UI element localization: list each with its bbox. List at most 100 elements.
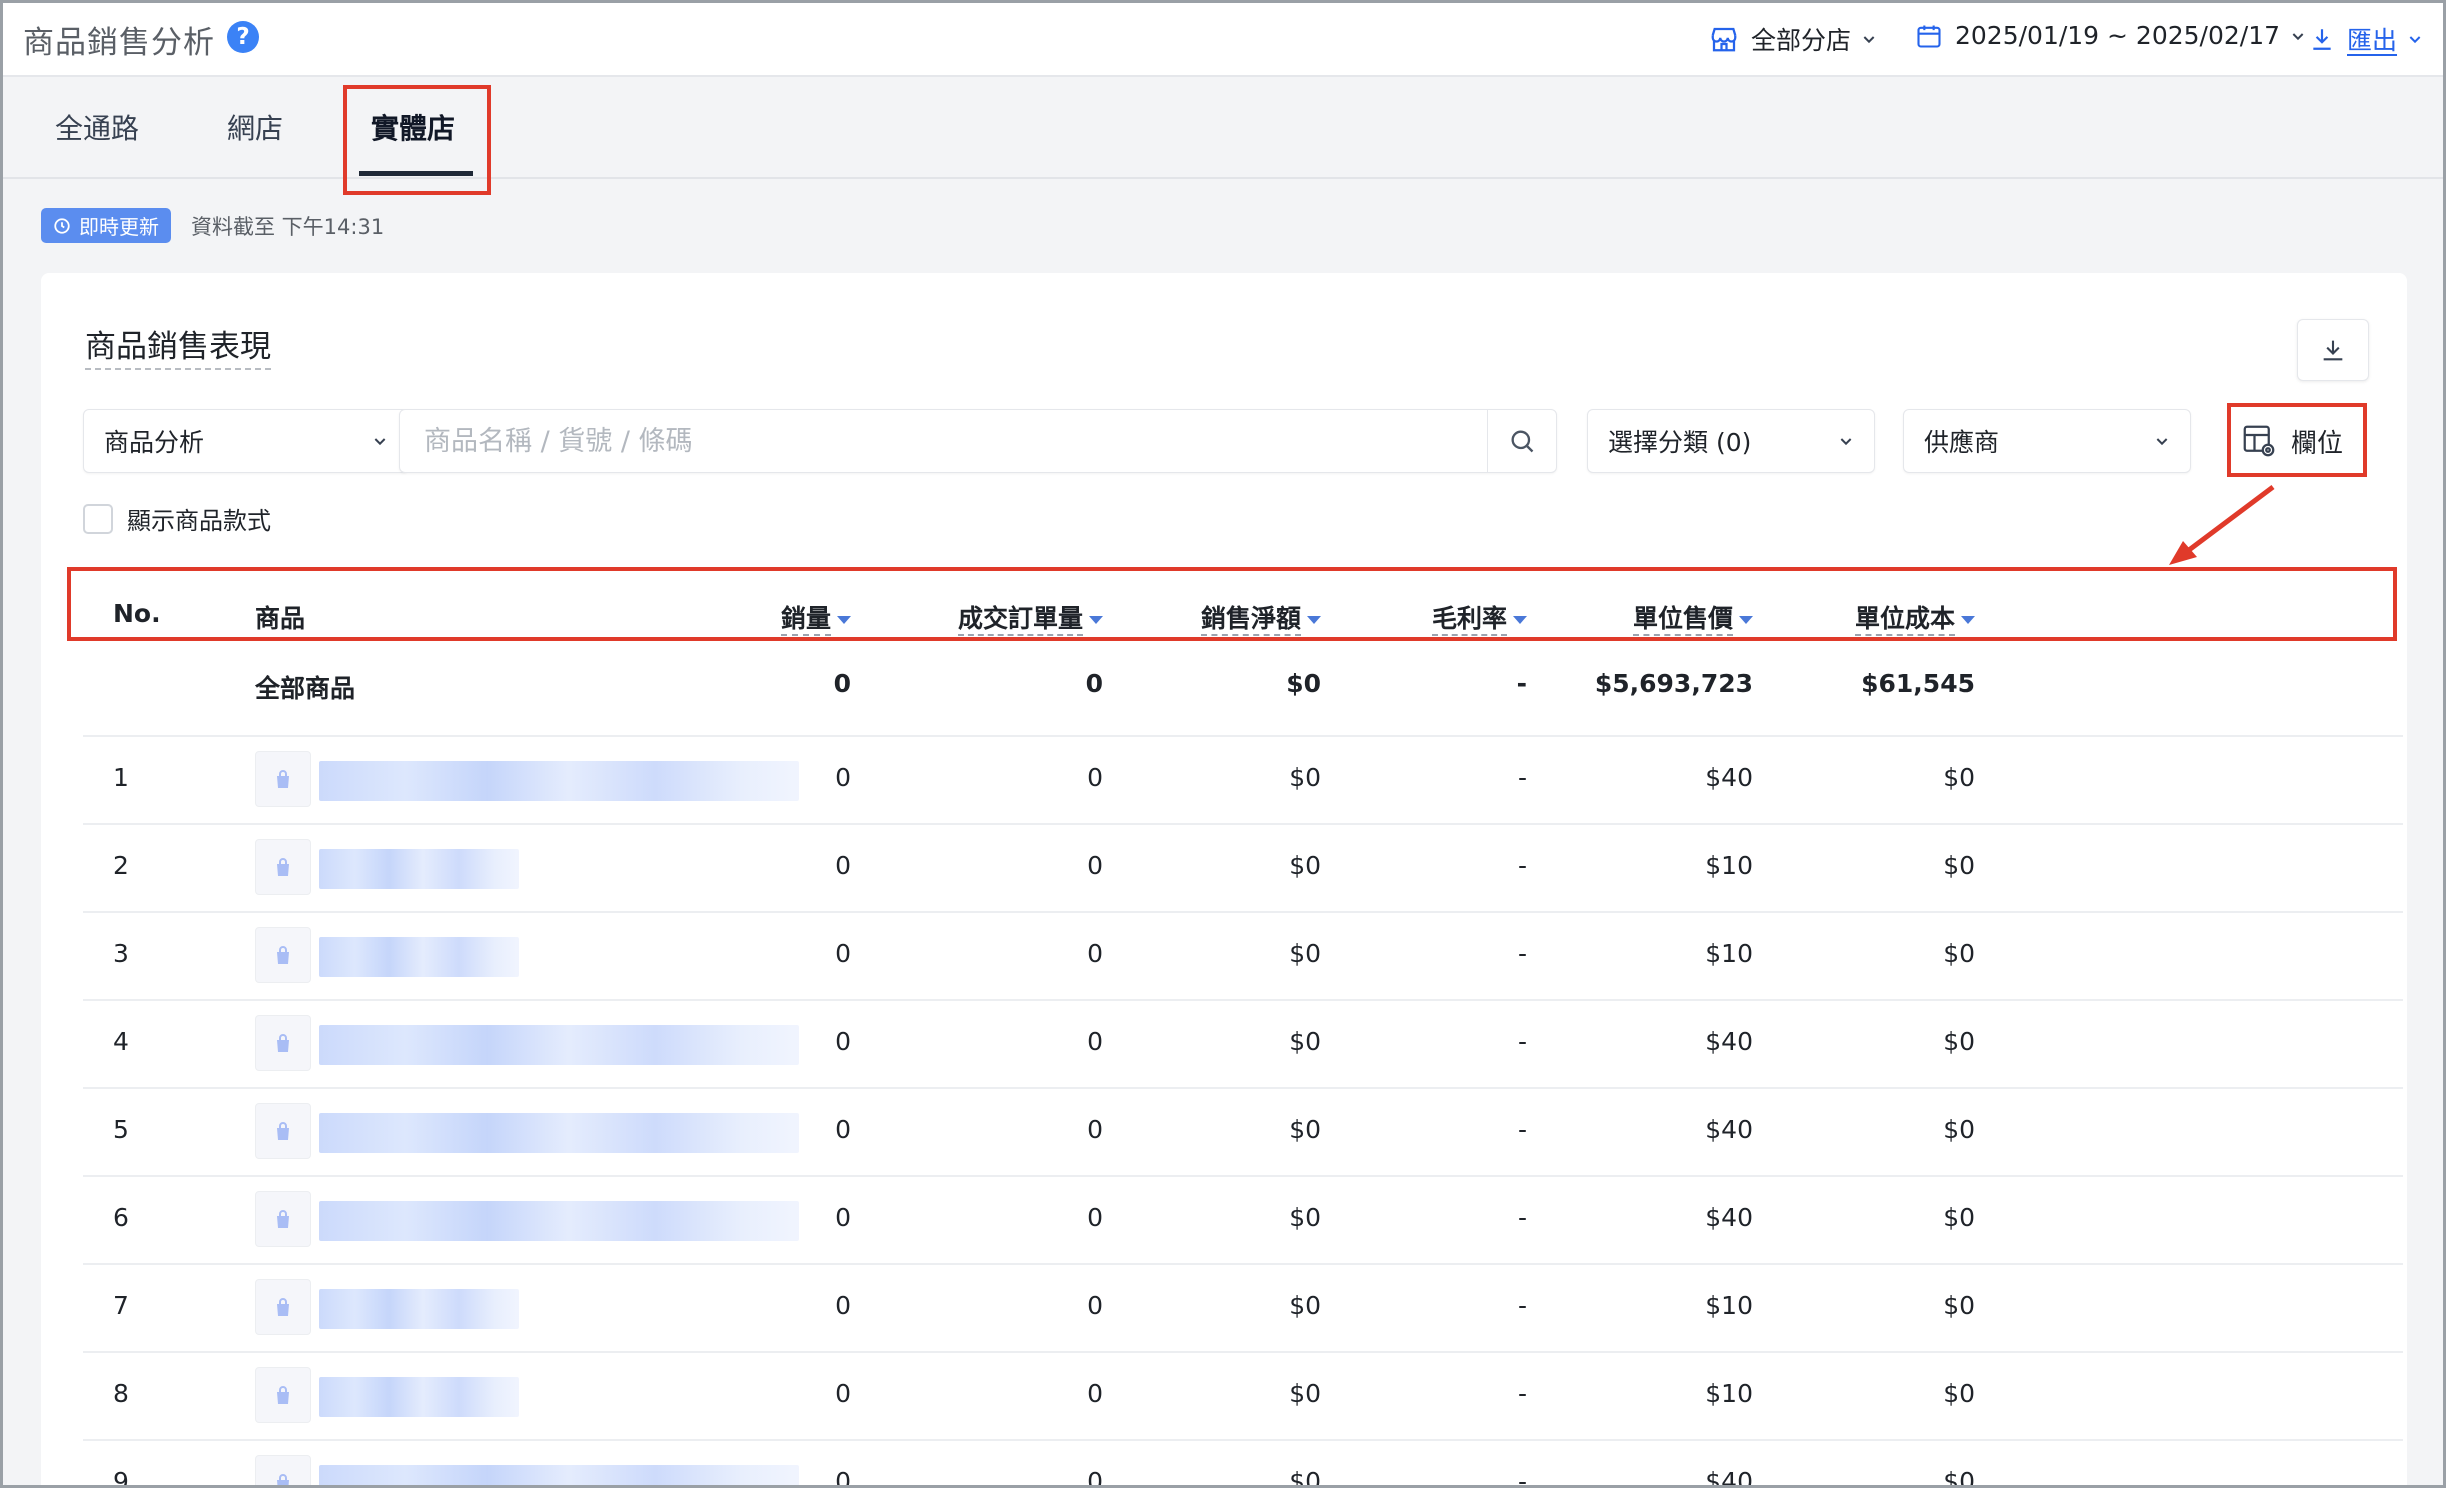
row-qty: 0 bbox=[835, 851, 851, 880]
product-name-redacted[interactable] bbox=[319, 1289, 519, 1329]
row-no: 1 bbox=[113, 763, 129, 792]
tab-online-store[interactable]: 網店 bbox=[227, 107, 283, 147]
chevron-down-icon bbox=[2156, 438, 2168, 446]
date-range-picker[interactable]: 2025/01/19 ~ 2025/02/17 bbox=[1915, 21, 2318, 50]
sales-performance-card: 商品銷售表現 商品分析 選擇分類 (0) 供應商 欄 bbox=[41, 273, 2407, 1488]
product-thumbnail bbox=[255, 1455, 311, 1485]
row-margin: - bbox=[1517, 1115, 1527, 1144]
tab-all-channels[interactable]: 全通路 bbox=[55, 107, 139, 147]
row-unit-cost: $0 bbox=[1943, 939, 1975, 968]
total-unit-price: $5,693,723 bbox=[1594, 669, 1753, 698]
row-unit-cost: $0 bbox=[1943, 763, 1975, 792]
row-margin: - bbox=[1517, 1467, 1527, 1488]
table-row[interactable]: 8 0 0 $0 - $10 $0 bbox=[83, 1351, 2403, 1441]
row-orders: 0 bbox=[1087, 1379, 1103, 1408]
total-label: 全部商品 bbox=[255, 674, 356, 703]
shopping-bag-icon bbox=[277, 770, 289, 788]
row-unit-cost: $0 bbox=[1943, 851, 1975, 880]
download-button[interactable] bbox=[2297, 319, 2369, 381]
row-qty: 0 bbox=[835, 1291, 851, 1320]
product-name-redacted[interactable] bbox=[319, 1465, 799, 1485]
product-name-redacted[interactable] bbox=[319, 1377, 519, 1417]
row-orders: 0 bbox=[1087, 939, 1103, 968]
row-qty: 0 bbox=[835, 763, 851, 792]
analysis-type-select[interactable]: 商品分析 bbox=[83, 409, 409, 473]
row-no: 3 bbox=[113, 939, 129, 968]
row-margin: - bbox=[1517, 1027, 1527, 1056]
table-row[interactable]: 3 0 0 $0 - $10 $0 bbox=[83, 911, 2403, 1001]
product-name-redacted[interactable] bbox=[319, 937, 519, 977]
show-variants-label: 顯示商品款式 bbox=[127, 507, 271, 535]
row-net-sales: $0 bbox=[1289, 1379, 1321, 1408]
annotation-box-columns bbox=[2227, 403, 2367, 477]
row-orders: 0 bbox=[1087, 1203, 1103, 1232]
total-net-sales: $0 bbox=[1286, 669, 1321, 698]
row-orders: 0 bbox=[1087, 763, 1103, 792]
shopping-bag-icon bbox=[277, 1122, 289, 1140]
category-value: 選擇分類 (0) bbox=[1608, 428, 1752, 457]
row-orders: 0 bbox=[1087, 1291, 1103, 1320]
row-net-sales: $0 bbox=[1289, 1467, 1321, 1488]
row-unit-cost: $0 bbox=[1943, 1291, 1975, 1320]
row-margin: - bbox=[1517, 939, 1527, 968]
search-button[interactable] bbox=[1487, 410, 1556, 472]
total-orders: 0 bbox=[1085, 669, 1103, 698]
shopping-bag-icon bbox=[277, 858, 289, 876]
help-icon[interactable]: ? bbox=[227, 21, 259, 53]
search-icon bbox=[1511, 430, 1534, 453]
chevron-down-icon bbox=[2409, 36, 2421, 44]
shopping-bag-icon bbox=[277, 946, 289, 964]
top-header: 商品銷售分析 ? 全部分店 2025/01/19 ~ 2025/02/17 匯出 bbox=[3, 3, 2443, 77]
show-variants-checkbox[interactable] bbox=[83, 503, 113, 534]
table-row[interactable]: 4 0 0 $0 - $40 $0 bbox=[83, 999, 2403, 1089]
row-unit-cost: $0 bbox=[1943, 1379, 1975, 1408]
product-name-redacted[interactable] bbox=[319, 1025, 799, 1065]
row-net-sales: $0 bbox=[1289, 1291, 1321, 1320]
table-row[interactable]: 2 0 0 $0 - $10 $0 bbox=[83, 823, 2403, 913]
analysis-type-value: 商品分析 bbox=[104, 428, 205, 457]
row-unit-price: $40 bbox=[1705, 1027, 1753, 1056]
row-qty: 0 bbox=[835, 1115, 851, 1144]
row-unit-price: $40 bbox=[1705, 1467, 1753, 1488]
row-no: 8 bbox=[113, 1379, 129, 1408]
product-name-redacted[interactable] bbox=[319, 1113, 799, 1153]
shopping-bag-icon bbox=[277, 1298, 289, 1316]
shopping-bag-icon bbox=[277, 1386, 289, 1404]
row-unit-price: $10 bbox=[1705, 939, 1753, 968]
category-select[interactable]: 選擇分類 (0) bbox=[1587, 409, 1875, 473]
supplier-select[interactable]: 供應商 bbox=[1903, 409, 2191, 473]
total-margin: - bbox=[1516, 669, 1527, 698]
live-update-badge: 即時更新 bbox=[41, 208, 171, 243]
annotation-box-table-header bbox=[67, 567, 2397, 641]
product-name-redacted[interactable] bbox=[319, 761, 799, 801]
product-thumbnail bbox=[255, 1367, 311, 1423]
row-orders: 0 bbox=[1087, 1027, 1103, 1056]
row-no: 9 bbox=[113, 1467, 129, 1488]
row-no: 2 bbox=[113, 851, 129, 880]
show-variants-toggle[interactable]: 顯示商品款式 bbox=[83, 501, 271, 536]
row-net-sales: $0 bbox=[1289, 1115, 1321, 1144]
table-row[interactable]: 7 0 0 $0 - $10 $0 bbox=[83, 1263, 2403, 1353]
store-selector[interactable]: 全部分店 bbox=[1709, 21, 1889, 57]
row-no: 7 bbox=[113, 1291, 129, 1320]
product-thumbnail bbox=[255, 1015, 311, 1071]
table-row[interactable]: 1 0 0 $0 - $40 $0 bbox=[83, 735, 2403, 825]
product-name-redacted[interactable] bbox=[319, 849, 519, 889]
row-margin: - bbox=[1517, 1203, 1527, 1232]
row-unit-cost: $0 bbox=[1943, 1467, 1975, 1488]
search-input[interactable] bbox=[400, 409, 1487, 473]
product-thumbnail bbox=[255, 1279, 311, 1335]
product-thumbnail bbox=[255, 1103, 311, 1159]
total-qty: 0 bbox=[833, 669, 851, 698]
table-row[interactable]: 5 0 0 $0 - $40 $0 bbox=[83, 1087, 2403, 1177]
row-unit-price: $40 bbox=[1705, 763, 1753, 792]
table-row[interactable]: 9 0 0 $0 - $40 $0 bbox=[83, 1439, 2403, 1488]
row-no: 4 bbox=[113, 1027, 129, 1056]
download-icon bbox=[2313, 29, 2331, 50]
table-row[interactable]: 6 0 0 $0 - $40 $0 bbox=[83, 1175, 2403, 1265]
product-name-redacted[interactable] bbox=[319, 1201, 799, 1241]
row-no: 6 bbox=[113, 1203, 129, 1232]
row-qty: 0 bbox=[835, 1027, 851, 1056]
product-thumbnail bbox=[255, 839, 311, 895]
export-button[interactable]: 匯出 bbox=[2309, 21, 2435, 57]
